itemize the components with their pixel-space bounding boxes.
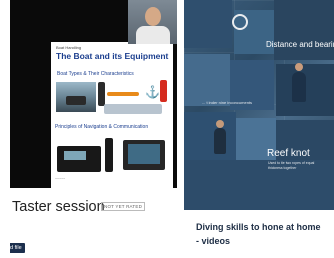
mosaic-tile xyxy=(184,0,232,48)
mosaic-label-small: ... t inder nine inconcuments xyxy=(202,100,253,105)
card-title-line: Diving skills to hone at home xyxy=(196,222,321,232)
mosaic-tile xyxy=(184,112,236,160)
mosaic-label-reef-desc: thickness together xyxy=(268,166,297,170)
mosaic-tile xyxy=(274,0,334,60)
paddle-image xyxy=(107,92,139,96)
anchor-icon: ⚓ xyxy=(145,85,160,99)
tools-image xyxy=(104,104,162,114)
slide-subtitle-navigation: Principles of Navigation & Communication xyxy=(55,124,149,130)
presenter-shirt xyxy=(136,26,170,44)
video-thumbnail[interactable]: Boat Handling The Boat and its Equipment… xyxy=(10,0,177,188)
rating-badge: NOT YET RATED xyxy=(101,202,146,211)
card-title[interactable]: Taster session xyxy=(12,199,105,215)
chart-plotter-image xyxy=(123,140,165,170)
card-title-line: - videos xyxy=(196,236,231,246)
mosaic-label-reef-knot: Reef knot xyxy=(267,148,310,159)
slide-small-label: Boat Handling xyxy=(56,45,82,50)
diver-figure xyxy=(214,120,226,154)
rope-knot-image xyxy=(232,14,248,30)
presenter-webcam xyxy=(128,0,177,44)
slide-footer-note: ~~~~~ xyxy=(55,177,66,181)
handheld-radio-image xyxy=(105,138,113,172)
video-card-taster-session[interactable]: Boat Handling The Boat and its Equipment… xyxy=(10,0,177,258)
outboard-engine-image xyxy=(98,82,105,106)
mosaic-label-reef-desc: Used to tie two ropes of equal xyxy=(268,161,315,165)
slide-title: The Boat and its Equipment xyxy=(56,51,169,61)
video-card-diving-skills[interactable]: Distance and bearin ... t inder nine inc… xyxy=(184,0,334,258)
presentation-slide: Boat Handling The Boat and its Equipment… xyxy=(51,42,173,188)
video-thumbnail[interactable]: Distance and bearin ... t inder nine inc… xyxy=(184,0,334,210)
card-title[interactable]: Diving skills to hone at home - videos xyxy=(196,220,332,248)
mosaic-tile xyxy=(184,160,334,210)
boat-photo xyxy=(56,82,96,112)
slide-subtitle-boat-types: Boat Types & Their Characteristics xyxy=(57,71,134,77)
presenter-face xyxy=(145,7,161,26)
find-file-button[interactable]: nd file xyxy=(10,243,25,253)
fire-extinguisher-image xyxy=(160,80,167,102)
mosaic-tile xyxy=(184,54,230,106)
vhf-radio-image xyxy=(57,146,101,172)
mosaic-label-distance: Distance and bearin xyxy=(266,40,334,49)
diver-figure xyxy=(292,63,306,102)
